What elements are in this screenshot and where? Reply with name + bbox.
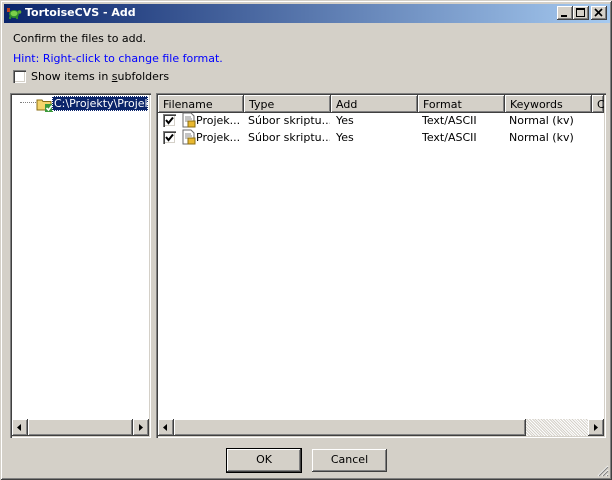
- cell-keywords: Normal (kv): [509, 114, 574, 127]
- cell-filename: Projek...: [196, 131, 240, 144]
- row-checkbox[interactable]: [163, 131, 176, 144]
- arrow-left-icon: [163, 424, 167, 431]
- cancel-button[interactable]: Cancel: [312, 449, 387, 472]
- column-header-type[interactable]: Type: [244, 95, 331, 113]
- cell-type: Súbor skriptu...: [248, 131, 330, 144]
- scroll-left-button[interactable]: [12, 419, 28, 436]
- window-title: TortoiseCVS - Add: [25, 6, 136, 19]
- column-header-extra[interactable]: C: [592, 95, 604, 113]
- column-header-add[interactable]: Add: [331, 95, 418, 113]
- script-file-icon: [181, 129, 197, 148]
- list-horizontal-scrollbar[interactable]: [158, 419, 604, 436]
- show-subfolders-label[interactable]: Show items in subfolders: [31, 70, 169, 83]
- column-header-filename[interactable]: Filename: [158, 95, 244, 113]
- tortoise-icon: [6, 5, 22, 21]
- close-button[interactable]: [591, 6, 607, 20]
- scroll-thumb[interactable]: [28, 419, 133, 436]
- cell-type: Súbor skriptu...: [248, 114, 330, 127]
- arrow-right-icon: [594, 424, 598, 431]
- maximize-button[interactable]: [573, 6, 589, 20]
- arrow-left-icon: [17, 424, 21, 431]
- file-list[interactable]: Filename Type Add Format Keywords C Proj…: [156, 93, 606, 438]
- folder-tree[interactable]: C:\Projekty\Projekt: [10, 93, 151, 438]
- cell-add: Yes: [336, 131, 354, 144]
- checkmark-icon: [165, 133, 174, 142]
- checkmark-icon: [165, 116, 174, 125]
- arrow-right-icon: [139, 424, 143, 431]
- dialog-window: TortoiseCVS - Add Confirm the files to a…: [0, 0, 612, 480]
- maximize-icon: [576, 8, 585, 17]
- minimize-icon: [561, 15, 567, 17]
- tree-item-label[interactable]: C:\Projekty\Projekt: [52, 96, 148, 111]
- close-icon: [594, 8, 603, 17]
- scroll-right-button[interactable]: [133, 419, 149, 436]
- ok-button[interactable]: OK: [226, 448, 302, 473]
- tree-horizontal-scrollbar[interactable]: [12, 419, 149, 436]
- cell-add: Yes: [336, 114, 354, 127]
- scroll-track[interactable]: [526, 419, 588, 436]
- cell-format: Text/ASCII: [422, 114, 477, 127]
- resize-grip-icon[interactable]: [597, 465, 609, 477]
- scroll-right-button[interactable]: [588, 419, 604, 436]
- title-bar[interactable]: TortoiseCVS - Add: [4, 4, 610, 23]
- cell-filename: Projek...: [196, 114, 240, 127]
- cell-keywords: Normal (kv): [509, 131, 574, 144]
- column-header-format[interactable]: Format: [418, 95, 505, 113]
- hint-text: Hint: Right-click to change file format.: [13, 52, 223, 65]
- cell-format: Text/ASCII: [422, 131, 477, 144]
- row-checkbox[interactable]: [163, 114, 176, 127]
- scroll-thumb[interactable]: [174, 419, 526, 436]
- show-subfolders-checkbox[interactable]: [13, 70, 26, 83]
- confirm-text: Confirm the files to add.: [13, 32, 147, 45]
- column-header-keywords[interactable]: Keywords: [505, 95, 592, 113]
- scroll-left-button[interactable]: [158, 419, 174, 436]
- minimize-button[interactable]: [557, 6, 573, 20]
